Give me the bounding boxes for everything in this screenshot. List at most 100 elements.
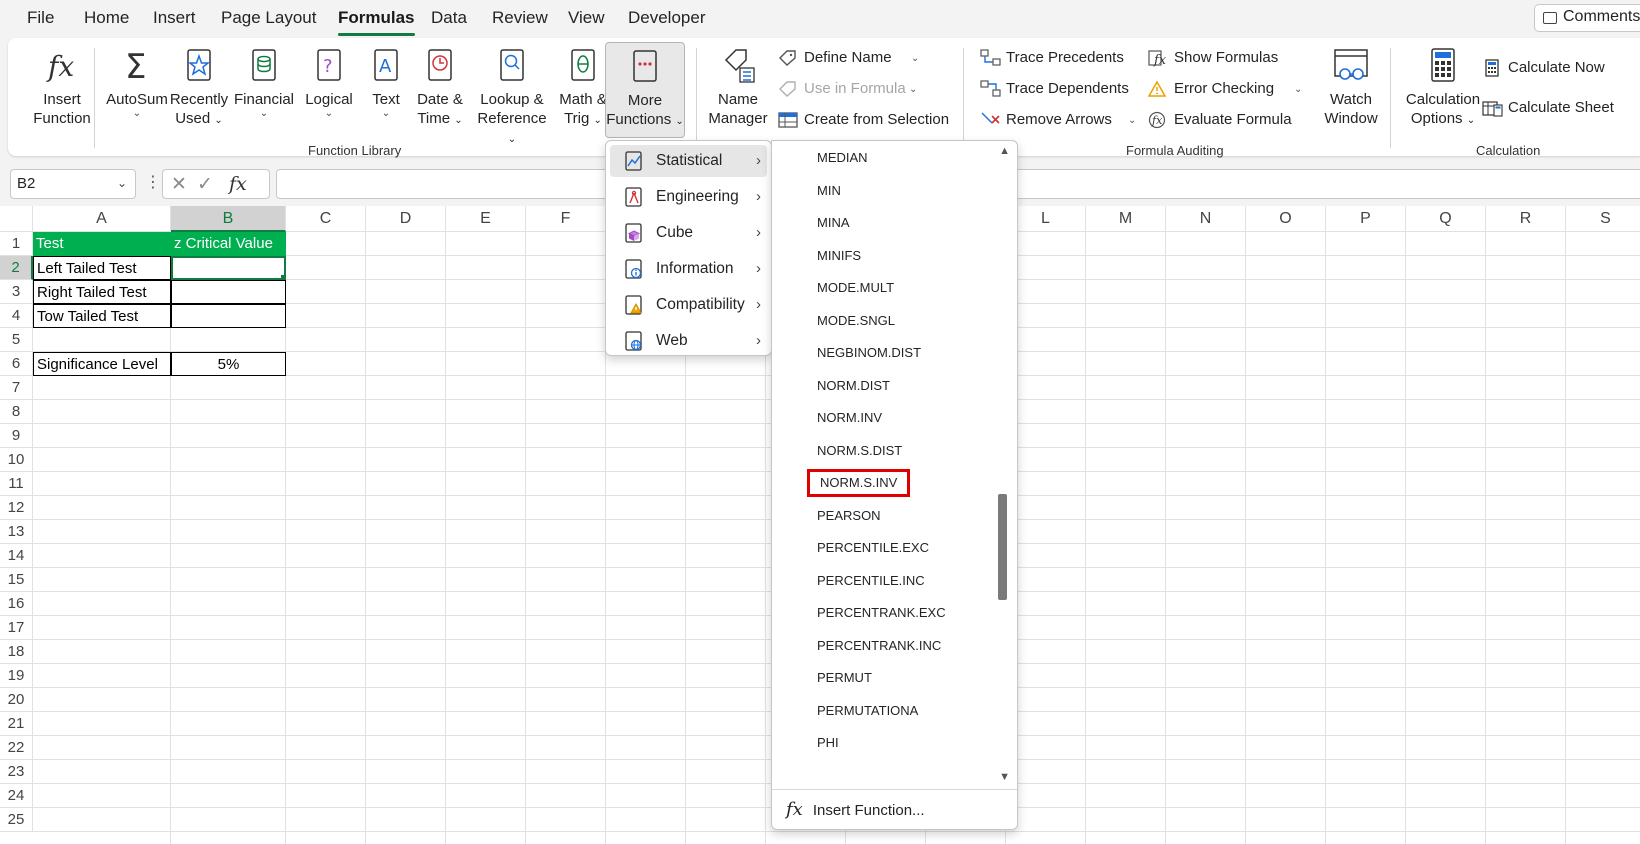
row-header-24[interactable]: 24: [0, 784, 33, 808]
cell-b6[interactable]: 5%: [171, 352, 286, 376]
error-checking-button[interactable]: Error Checking ⌄: [1148, 77, 1308, 101]
row-header-10[interactable]: 10: [0, 448, 33, 472]
cell-a1[interactable]: Test: [33, 232, 171, 256]
cell-a4[interactable]: Tow Tailed Test: [33, 304, 171, 328]
column-header-o[interactable]: O: [1246, 206, 1326, 232]
select-all-corner[interactable]: [0, 206, 33, 232]
row-header-8[interactable]: 8: [0, 400, 33, 424]
function-item-permut[interactable]: PERMUT: [817, 667, 872, 689]
function-item-pearson[interactable]: PEARSON: [817, 505, 881, 527]
tab-home[interactable]: Home: [84, 8, 129, 28]
cell-a3[interactable]: Right Tailed Test: [33, 280, 171, 304]
financial-button[interactable]: Financial ⌄: [232, 46, 296, 119]
evaluate-formula-button[interactable]: fx Evaluate Formula: [1148, 108, 1298, 132]
function-item-min[interactable]: MIN: [817, 180, 841, 202]
tab-developer[interactable]: Developer: [628, 8, 706, 28]
text-button[interactable]: A Text ⌄: [364, 46, 408, 119]
menu-item-compatibility[interactable]: Compatibility ›: [610, 289, 767, 321]
function-item-phi[interactable]: PHI: [817, 732, 839, 754]
row-header-22[interactable]: 22: [0, 736, 33, 760]
tab-file[interactable]: File: [27, 8, 54, 28]
more-functions-button[interactable]: More Functions ⌄: [605, 42, 685, 138]
function-item-norm-s-inv[interactable]: NORM.S.INV: [807, 469, 911, 497]
cell-b1[interactable]: z Critical Value: [171, 232, 286, 256]
column-header-r[interactable]: R: [1486, 206, 1566, 232]
function-item-percentrank-inc[interactable]: PERCENTRANK.INC: [817, 635, 941, 657]
row-header-16[interactable]: 16: [0, 592, 33, 616]
calculation-options-button[interactable]: Calculation Options ⌄: [1398, 46, 1488, 130]
column-header-l[interactable]: L: [1006, 206, 1086, 232]
tab-page-layout[interactable]: Page Layout: [221, 8, 316, 28]
cell-b3[interactable]: [171, 280, 286, 304]
scrollbar-thumb[interactable]: [998, 494, 1007, 600]
function-item-median[interactable]: MEDIAN: [817, 147, 868, 169]
menu-item-information[interactable]: Information ›: [610, 253, 767, 285]
column-header-q[interactable]: Q: [1406, 206, 1486, 232]
show-formulas-button[interactable]: fx Show Formulas: [1148, 46, 1288, 70]
name-manager-button[interactable]: Name Manager: [706, 46, 770, 128]
scroll-down-icon[interactable]: ▼: [999, 771, 1010, 783]
cell-b4[interactable]: [171, 304, 286, 328]
trace-dependents-button[interactable]: Trace Dependents: [980, 77, 1130, 101]
row-header-19[interactable]: 19: [0, 664, 33, 688]
row-header-20[interactable]: 20: [0, 688, 33, 712]
function-item-percentile-inc[interactable]: PERCENTILE.INC: [817, 570, 925, 592]
autosum-button[interactable]: Σ AutoSum ⌄: [102, 46, 172, 119]
cell-a2[interactable]: Left Tailed Test: [33, 256, 171, 280]
row-header-12[interactable]: 12: [0, 496, 33, 520]
column-header-m[interactable]: M: [1086, 206, 1166, 232]
name-box[interactable]: B2 ⌄: [10, 169, 136, 199]
row-header-21[interactable]: 21: [0, 712, 33, 736]
row-header-1[interactable]: 1: [0, 232, 33, 256]
more-options-icon[interactable]: ⋮: [145, 172, 161, 192]
row-header-4[interactable]: 4: [0, 304, 33, 328]
row-header-15[interactable]: 15: [0, 568, 33, 592]
function-item-minifs[interactable]: MINIFS: [817, 245, 861, 267]
row-header-25[interactable]: 25: [0, 808, 33, 832]
function-item-mina[interactable]: MINA: [817, 212, 850, 234]
row-header-14[interactable]: 14: [0, 544, 33, 568]
remove-arrows-button[interactable]: Remove Arrows ⌄: [980, 108, 1140, 132]
row-header-23[interactable]: 23: [0, 760, 33, 784]
row-header-7[interactable]: 7: [0, 376, 33, 400]
tab-data[interactable]: Data: [431, 8, 467, 28]
function-item-percentrank-exc[interactable]: PERCENTRANK.EXC: [817, 602, 946, 624]
column-header-p[interactable]: P: [1326, 206, 1406, 232]
column-header-c[interactable]: C: [286, 206, 366, 232]
column-header-s[interactable]: S: [1566, 206, 1640, 232]
date-time-button[interactable]: Date & Time ⌄: [412, 46, 468, 130]
insert-function-button[interactable]: fx Insert Function: [30, 46, 94, 128]
menu-item-cube[interactable]: Cube ›: [610, 217, 767, 249]
calculate-sheet-button[interactable]: Calculate Sheet: [1482, 96, 1622, 120]
menu-item-web[interactable]: Web ›: [610, 325, 767, 357]
logical-button[interactable]: ? Logical ⌄: [298, 46, 360, 119]
row-header-17[interactable]: 17: [0, 616, 33, 640]
insert-function-icon[interactable]: fx: [229, 173, 247, 195]
recently-used-button[interactable]: Recently Used ⌄: [168, 46, 230, 130]
column-header-n[interactable]: N: [1166, 206, 1246, 232]
row-header-13[interactable]: 13: [0, 520, 33, 544]
cancel-icon[interactable]: ✕: [171, 173, 187, 196]
row-header-9[interactable]: 9: [0, 424, 33, 448]
calculate-now-button[interactable]: Calculate Now: [1482, 56, 1612, 80]
column-header-d[interactable]: D: [366, 206, 446, 232]
trace-precedents-button[interactable]: Trace Precedents: [980, 46, 1130, 70]
column-header-e[interactable]: E: [446, 206, 526, 232]
row-header-5[interactable]: 5: [0, 328, 33, 352]
row-header-6[interactable]: 6: [0, 352, 33, 376]
menu-item-engineering[interactable]: Engineering ›: [610, 181, 767, 213]
row-header-3[interactable]: 3: [0, 280, 33, 304]
function-item-norm-dist[interactable]: NORM.DIST: [817, 375, 890, 397]
lookup-reference-button[interactable]: Lookup & Reference ⌄: [472, 46, 552, 149]
menu-item-statistical[interactable]: Statistical ›: [610, 145, 767, 177]
function-item-negbinom-dist[interactable]: NEGBINOM.DIST: [817, 342, 921, 364]
row-header-18[interactable]: 18: [0, 640, 33, 664]
function-item-norm-inv[interactable]: NORM.INV: [817, 407, 882, 429]
enter-icon[interactable]: ✓: [197, 173, 213, 196]
column-header-b[interactable]: B: [171, 206, 286, 232]
column-header-f[interactable]: F: [526, 206, 606, 232]
tab-review[interactable]: Review: [492, 8, 548, 28]
row-header-11[interactable]: 11: [0, 472, 33, 496]
use-in-formula-button[interactable]: Use in Formula ⌄: [778, 77, 928, 101]
tab-view[interactable]: View: [568, 8, 605, 28]
